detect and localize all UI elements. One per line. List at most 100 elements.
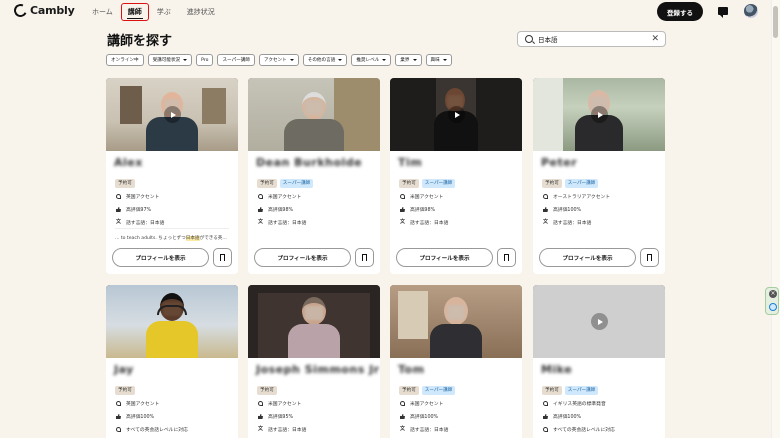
filter-label: その他の言語 xyxy=(307,58,336,63)
bookmark-button[interactable] xyxy=(640,248,659,267)
tutor-video[interactable] xyxy=(248,78,380,151)
view-profile-button[interactable]: プロフィールを表示 xyxy=(254,248,351,267)
rating-info: 高評価100% xyxy=(543,206,581,213)
bookmark-button[interactable] xyxy=(213,248,232,267)
scrollbar-track[interactable] xyxy=(771,0,780,438)
tutor-video[interactable] xyxy=(390,78,522,151)
play-icon[interactable] xyxy=(590,313,608,330)
accent-text: 米国アクセント xyxy=(268,402,302,407)
rating-info: 高評価97% xyxy=(116,206,151,213)
bookmark-button[interactable] xyxy=(355,248,374,267)
tutor-card[interactable]: Jay 予約可 英国アクセント 高評価100% すべての英会話レベルに対応 xyxy=(106,285,238,438)
tutor-name[interactable]: Jay xyxy=(114,363,134,376)
tutor-name[interactable]: Tom xyxy=(398,363,425,376)
tutor-video[interactable] xyxy=(106,285,238,358)
tutor-card[interactable]: Tim 予約可 スーパー講師 米国アクセント 高評価98% 文話す言語：日本語 … xyxy=(390,78,522,274)
view-profile-button[interactable]: プロフィールを表示 xyxy=(396,248,493,267)
close-icon[interactable]: × xyxy=(769,290,777,298)
tutor-badges: 予約可 スーパー講師 xyxy=(257,179,314,188)
availability-badge: 予約可 xyxy=(399,386,419,395)
tutor-name[interactable]: Peter xyxy=(541,156,577,169)
logo-text: Cambly xyxy=(30,4,75,17)
bio-text: ... to teach adults. ちょっとずつ xyxy=(115,236,186,241)
tutor-name[interactable]: Dean Burkholde xyxy=(256,156,362,169)
tutor-video[interactable] xyxy=(248,285,380,358)
tutor-badges: 予約可 スーパー講師 xyxy=(542,179,599,188)
clear-search-icon[interactable]: ✕ xyxy=(651,34,659,44)
filter-online[interactable]: オンライン中 xyxy=(106,54,144,66)
filter-accent[interactable]: アクセント xyxy=(258,54,299,66)
chevron-down-icon xyxy=(382,59,387,61)
bookmark-icon xyxy=(504,254,509,263)
filter-other-languages[interactable]: その他の言語 xyxy=(302,54,348,66)
filter-super-tutor[interactable]: スーパー講師 xyxy=(217,54,255,66)
filter-pro[interactable]: Pro xyxy=(196,54,214,66)
tutor-card[interactable]: Joseph Simmons Jr 予約可 米国アクセント 高評価95% 文話す… xyxy=(248,285,380,438)
accent-info: 米国アクセント xyxy=(400,400,443,407)
accent-text: 米国アクセント xyxy=(410,195,444,200)
chevron-down-icon xyxy=(412,59,417,61)
eye-icon[interactable] xyxy=(769,303,777,311)
translate-icon: 文 xyxy=(116,219,122,225)
accent-text: 米国アクセント xyxy=(410,402,444,407)
tutor-card[interactable]: Alex 予約可 英国アクセント 高評価97% 文話す言語：日本語 ... to… xyxy=(106,78,238,274)
tutor-card[interactable]: Dean Burkholde 予約可 スーパー講師 米国アクセント 高評価98%… xyxy=(248,78,380,274)
filter-level[interactable]: 推奨レベル xyxy=(351,54,392,66)
search-icon xyxy=(525,35,533,43)
tutor-video[interactable] xyxy=(106,78,238,151)
signup-button[interactable]: 登録する xyxy=(657,2,703,21)
tutor-card[interactable]: Tom 予約可 スーパー講師 米国アクセント 高評価100% 文話す言語：日本語 xyxy=(390,285,522,438)
thumbs-up-icon xyxy=(543,414,548,419)
chat-icon[interactable] xyxy=(718,7,728,18)
tutor-badges: 予約可 スーパー講師 xyxy=(399,386,456,395)
tutor-video[interactable] xyxy=(533,78,665,151)
play-icon[interactable] xyxy=(163,106,181,123)
play-icon[interactable] xyxy=(590,106,608,123)
nav-link-tutors[interactable]: 講師 xyxy=(120,3,149,21)
tutor-name[interactable]: Mike xyxy=(541,363,572,376)
nav-link-progress[interactable]: 進捗状況 xyxy=(179,6,223,21)
rating-text: 高評価100% xyxy=(126,415,155,420)
tutor-card[interactable]: Mike 予約可 スーパー講師 イギリス英語の標準発音 高評価100% すべての… xyxy=(533,285,665,438)
bookmark-icon xyxy=(362,254,367,263)
scrollbar-thumb[interactable] xyxy=(773,6,778,38)
tutor-bio: ... to teach adults. ちょっとずつ日本語ができる英... xyxy=(115,235,231,241)
filter-interests[interactable]: 興味 xyxy=(425,54,452,66)
availability-badge: 予約可 xyxy=(115,386,135,395)
filter-label: 興味 xyxy=(430,58,440,63)
search-input[interactable] xyxy=(538,35,648,43)
languages-text: 話す言語：日本語 xyxy=(410,428,449,433)
accent-info: 米国アクセント xyxy=(258,193,301,200)
tutor-name[interactable]: Joseph Simmons Jr xyxy=(256,363,380,376)
nav-link-learn[interactable]: 学ぶ xyxy=(149,6,179,21)
view-profile-button[interactable]: プロフィールを表示 xyxy=(539,248,636,267)
filter-label: スーパー講師 xyxy=(222,58,250,63)
search-box[interactable]: ✕ xyxy=(517,31,666,47)
availability-badge: 予約可 xyxy=(542,179,562,188)
extension-widget[interactable]: × xyxy=(765,287,779,315)
avatar[interactable] xyxy=(744,4,758,18)
accent-info: オーストラリアアクセント xyxy=(543,193,610,200)
tutor-name[interactable]: Alex xyxy=(114,156,143,169)
view-profile-button[interactable]: プロフィールを表示 xyxy=(112,248,209,267)
tutor-video[interactable] xyxy=(533,285,665,358)
nav-link-home[interactable]: ホーム xyxy=(84,6,121,21)
translate-icon: 文 xyxy=(258,219,264,225)
rating-info: 高評価100% xyxy=(400,413,438,420)
filter-availability[interactable]: 受講可能状況 xyxy=(147,54,193,66)
cambly-logo-icon xyxy=(12,2,29,19)
tutor-name[interactable]: Tim xyxy=(398,156,422,169)
thumbs-up-icon xyxy=(400,207,405,212)
tutor-video[interactable] xyxy=(390,285,522,358)
languages-text: 話す言語：日本語 xyxy=(268,428,307,433)
play-icon[interactable] xyxy=(447,106,465,123)
bookmark-button[interactable] xyxy=(497,248,516,267)
nav-links: ホーム 講師 学ぶ 進捗状況 xyxy=(84,3,223,21)
tutor-card[interactable]: Peter 予約可 スーパー講師 オーストラリアアクセント 高評価100% 文話… xyxy=(533,78,665,274)
accent-icon xyxy=(400,401,405,406)
thumbs-up-icon xyxy=(543,207,548,212)
cambly-logo[interactable]: Cambly xyxy=(12,2,75,19)
bookmark-icon xyxy=(220,254,225,263)
accent-text: オーストラリアアクセント xyxy=(553,195,611,200)
filter-industry[interactable]: 業界 xyxy=(395,54,422,66)
